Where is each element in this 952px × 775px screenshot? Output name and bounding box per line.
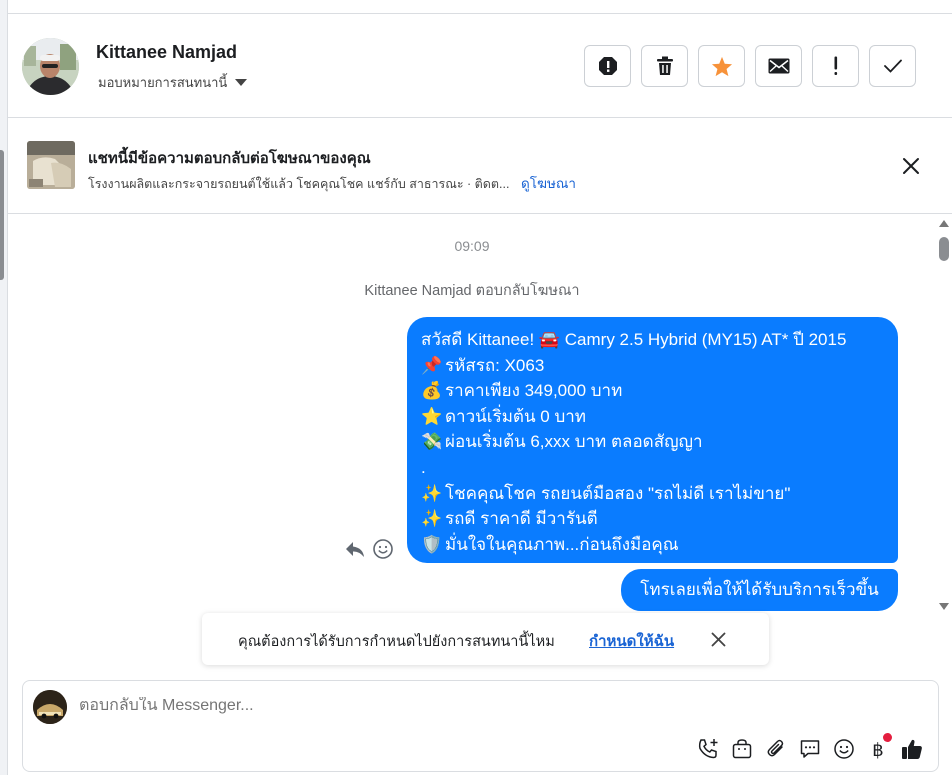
check-icon <box>883 59 902 73</box>
call-add-icon[interactable] <box>696 737 720 761</box>
close-icon[interactable] <box>902 157 920 175</box>
emoji-icon[interactable] <box>832 737 856 761</box>
outgoing-message-bubble-call[interactable]: โทรเลยเพื่อให้ได้รับบริการเร็วขึ้น <box>621 569 898 611</box>
delete-button[interactable] <box>641 45 688 87</box>
message-line-text: ผ่อนเริ่มต้น 6,xxx บาท ตลอดสัญญา <box>445 432 703 452</box>
star-icon <box>711 56 732 76</box>
star-emoji-icon: ⭐ <box>421 406 443 426</box>
message-thread: 09:09 Kittanee Namjad ตอบกลับโฆษณา สวัสด… <box>8 215 936 675</box>
message-line: สวัสดี Kittanee! 🚘 Camry 2.5 Hybrid (MY1… <box>421 327 884 353</box>
mark-unread-button[interactable] <box>755 45 802 87</box>
contact-avatar[interactable] <box>22 38 79 95</box>
ad-source-text: โรงงานผลิตและกระจายรถยนต์ใช้แล้ว โชคคุณโ… <box>88 177 510 191</box>
chevron-down-icon <box>235 79 248 86</box>
follow-up-button[interactable] <box>812 45 859 87</box>
sparkles-emoji-icon: ✨ <box>421 509 443 529</box>
message-hover-tools <box>344 538 394 560</box>
scroll-up-arrow-icon[interactable] <box>939 220 949 227</box>
scroll-thumb[interactable] <box>939 237 949 261</box>
message-line: 💸 ผ่อนเริ่มต้น 6,xxx บาท ตลอดสัญญา <box>421 429 884 455</box>
sparkles-emoji-icon: ✨ <box>421 483 443 503</box>
message-line: ⭐ ดาวน์เริ่มต้น 0 บาท <box>421 404 884 430</box>
left-panel-edge <box>0 0 8 775</box>
assign-prompt-toast: คุณต้องการได้รับการกำหนดไปยังการสนทนานี้… <box>202 613 769 665</box>
pushpin-emoji-icon: 📌 <box>421 355 443 375</box>
message-line-text: ราคาเพียง 349,000 บาท <box>445 381 623 401</box>
message-line-text: โชคคุณโชค รถยนต์มือสอง "รถไม่ดี เราไม่ขา… <box>445 483 791 503</box>
message-timestamp: 09:09 <box>454 238 490 254</box>
money-wings-emoji-icon: 💸 <box>421 432 443 452</box>
inbox-conversation-window: Kittanee Namjad มอบหมายการสนทนานี้ แชทนี… <box>0 0 952 775</box>
thread-scrollbar[interactable] <box>936 215 952 610</box>
message-line-text: สวัสดี Kittanee! 🚘 Camry 2.5 Hybrid (MY1… <box>421 330 847 349</box>
mark-spam-button[interactable] <box>584 45 631 87</box>
exclamation-icon <box>834 56 837 75</box>
header-actions <box>584 45 916 87</box>
close-icon[interactable] <box>711 632 726 647</box>
thumbs-up-icon[interactable] <box>900 737 924 761</box>
message-line: ✨ รถดี ราคาดี มีวารันตี <box>421 506 884 532</box>
assign-prompt-text: คุณต้องการได้รับการกำหนดไปยังการสนทนานี้… <box>238 634 555 650</box>
money-bag-emoji-icon: 💰 <box>421 381 443 401</box>
assign-label: มอบหมายการสนทนานี้ <box>98 75 228 90</box>
scroll-down-arrow-icon[interactable] <box>939 603 949 610</box>
payment-button[interactable]: ฿ <box>866 733 892 761</box>
notification-dot <box>883 733 892 742</box>
star-button[interactable] <box>698 45 745 87</box>
shield-emoji-icon: 🛡️ <box>421 534 443 554</box>
ad-banner-title: แชทนี้มีข้อความตอบกลับต่อโฆษณาของคุณ <box>88 150 371 167</box>
ad-banner-subtitle: โรงงานผลิตและกระจายรถยนต์ใช้แล้ว โชคคุณโ… <box>88 172 576 194</box>
message-line: 💰 ราคาเพียง 349,000 บาท <box>421 378 884 404</box>
message-line: 🛡️ มั่นใจในคุณภาพ...ก่อนถึงมือคุณ <box>421 532 884 558</box>
ad-thumbnail[interactable] <box>27 141 75 189</box>
page-logo <box>33 690 67 724</box>
svg-text:฿: ฿ <box>872 740 883 761</box>
mark-done-button[interactable] <box>869 45 916 87</box>
message-line-text: รหัสรถ: X063 <box>445 355 545 375</box>
ad-reply-note: Kittanee Namjad ตอบกลับโฆษณา <box>364 283 580 299</box>
left-panel-scroll-handle[interactable] <box>0 150 4 280</box>
spam-icon <box>598 57 617 75</box>
reply-icon[interactable] <box>344 538 366 560</box>
message-line: ✨ โชคคุณโชค รถยนต์มือสอง "รถไม่ดี เราไม่ข… <box>421 481 884 507</box>
message-line: 📌 รหัสรถ: X063 <box>421 353 884 379</box>
reply-input[interactable] <box>79 697 779 715</box>
message-line: . <box>421 455 884 481</box>
message-line-text: ดาวน์เริ่มต้น 0 บาท <box>445 406 587 426</box>
contact-name[interactable]: Kittanee Namjad <box>96 42 237 63</box>
saved-replies-icon[interactable] <box>798 737 822 761</box>
assign-conversation-dropdown[interactable]: มอบหมายการสนทนานี้ <box>98 72 248 93</box>
assign-to-me-link[interactable]: กำหนดให้ฉัน <box>589 629 674 653</box>
conversation-header: Kittanee Namjad มอบหมายการสนทนานี้ <box>8 14 952 118</box>
react-emoji-icon[interactable] <box>372 538 394 560</box>
trash-icon <box>656 56 673 75</box>
mail-icon <box>768 58 789 74</box>
message-line-text: . <box>421 457 426 477</box>
contact-photo <box>22 38 79 95</box>
view-ad-link[interactable]: ดูโฆษณา <box>521 176 576 191</box>
attachment-icon[interactable] <box>764 737 788 761</box>
composer-toolbar: ฿ <box>696 733 924 761</box>
page-avatar <box>33 690 67 724</box>
shop-bag-icon[interactable] <box>730 737 754 761</box>
car-interior-image <box>27 141 75 189</box>
message-line-text: มั่นใจในคุณภาพ...ก่อนถึงมือคุณ <box>445 534 679 554</box>
message-composer: ฿ <box>22 680 939 772</box>
outgoing-message-bubble[interactable]: สวัสดี Kittanee! 🚘 Camry 2.5 Hybrid (MY1… <box>407 317 898 563</box>
ad-reply-banner: แชทนี้มีข้อความตอบกลับต่อโฆษณาของคุณ โรง… <box>8 119 952 214</box>
message-line-text: รถดี ราคาดี มีวารันตี <box>445 509 598 529</box>
